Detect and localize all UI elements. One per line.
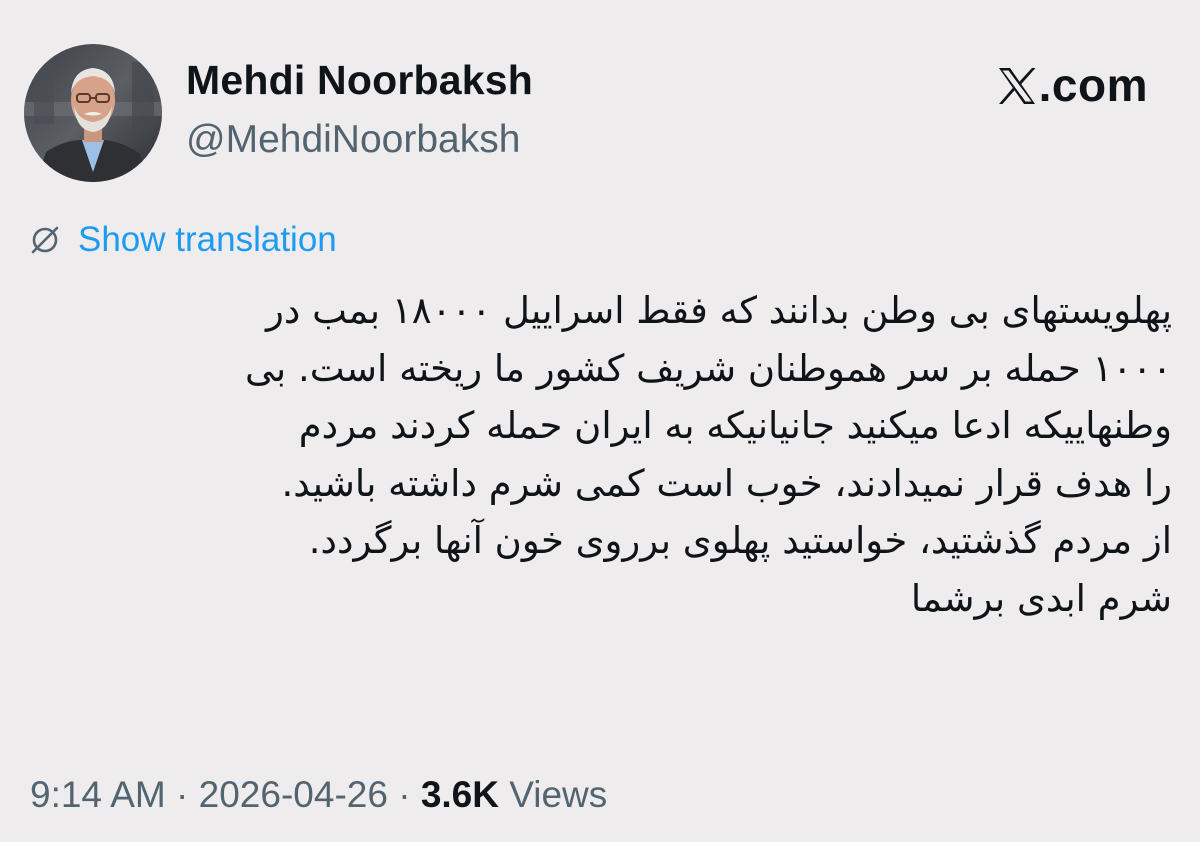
tweet-line: را هدف قرار نمیدادند، خوب است کمی شرم دا… — [281, 461, 1172, 505]
avatar-photo-icon — [24, 44, 162, 182]
x-com-logo: .com — [997, 62, 1148, 110]
tweet-line: از مردم گذشتید، خواستید پهلوی برروی خون … — [308, 519, 1172, 562]
meta-separator: · — [387, 774, 421, 815]
views-count: 3.6K — [420, 774, 499, 815]
tweet-line: ۱۰۰۰ حمله بر سر هموطنان شریف کشور ما ریخ… — [245, 346, 1172, 390]
author-avatar[interactable] — [24, 44, 162, 182]
views-label: Views — [498, 774, 608, 815]
tweet-line: شرم ابدی برشما — [910, 576, 1172, 620]
tweet-line: وطنهاییکه ادعا میکنید جانیانیکه به ایران… — [298, 404, 1172, 447]
tweet-line: پهلویستهای بی وطن بدانند که فقط اسراییل … — [265, 289, 1172, 332]
tweet-card: Mehdi Noorbaksh @MehdiNoorbaksh .com Sho… — [0, 0, 1200, 842]
globe-slash-icon — [31, 226, 59, 253]
brand-domain-text: .com — [1038, 59, 1148, 111]
author-handle[interactable]: @MehdiNoorbaksh — [186, 120, 520, 159]
tweet-meta: 9:14 AM · 2026-04-26 · 3.6K Views — [30, 776, 607, 813]
author-name[interactable]: Mehdi Noorbaksh — [186, 60, 533, 101]
tweet-date[interactable]: 2026-04-26 — [199, 774, 388, 815]
show-translation-button[interactable]: Show translation — [28, 222, 337, 257]
tweet-time[interactable]: 9:14 AM — [30, 774, 166, 815]
tweet-body: پهلویستهای بی وطن بدانند که فقط اسراییل … — [28, 282, 1172, 627]
meta-separator: · — [165, 774, 199, 815]
show-translation-label[interactable]: Show translation — [78, 222, 337, 257]
x-logo-icon — [998, 68, 1036, 104]
